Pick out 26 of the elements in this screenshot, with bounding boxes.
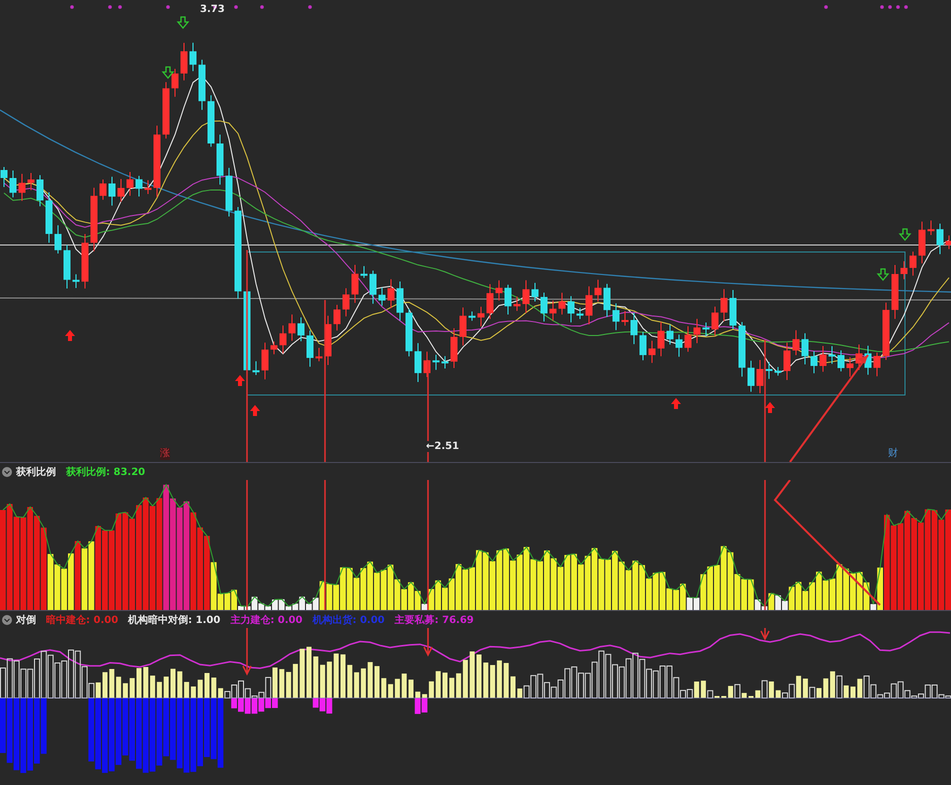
indicator-title: 对倒	[16, 614, 36, 626]
down-arrow-icon	[176, 16, 190, 30]
collapse-icon[interactable]	[2, 466, 12, 476]
up-arrow-icon	[235, 375, 245, 386]
indicator-reading: 获利比例: 83.20	[66, 466, 146, 478]
indicator-reading: 机构暗中对倒: 1.00	[128, 613, 220, 626]
signal-marker: 财	[888, 448, 898, 460]
signal-marker: 涨	[160, 448, 170, 460]
collapse-icon[interactable]	[2, 614, 12, 624]
indicator-reading: 主力建仓: 0.00	[230, 613, 302, 626]
down-arrow-icon	[876, 268, 890, 282]
up-arrow-icon	[65, 330, 75, 341]
annotation-arrow	[242, 628, 252, 676]
annotation-arrow	[423, 628, 433, 657]
indicator-reading: 机构出货: 0.00	[312, 614, 385, 626]
up-arrow-icon	[250, 405, 260, 416]
indicator-title: 获利比例	[16, 466, 56, 478]
up-arrow-icon	[671, 398, 681, 409]
indicator-reading: 主要私募: 76.69	[394, 613, 474, 626]
high-price-label: 3.73	[200, 4, 225, 15]
down-arrow-icon	[898, 228, 912, 242]
indicator-reading: 暗中建仓: 0.00	[46, 613, 118, 626]
low-price-label: ←2.51	[426, 441, 460, 452]
annotation-arrow	[760, 628, 770, 641]
up-arrow-icon	[765, 402, 775, 413]
down-arrow-icon	[162, 66, 174, 80]
